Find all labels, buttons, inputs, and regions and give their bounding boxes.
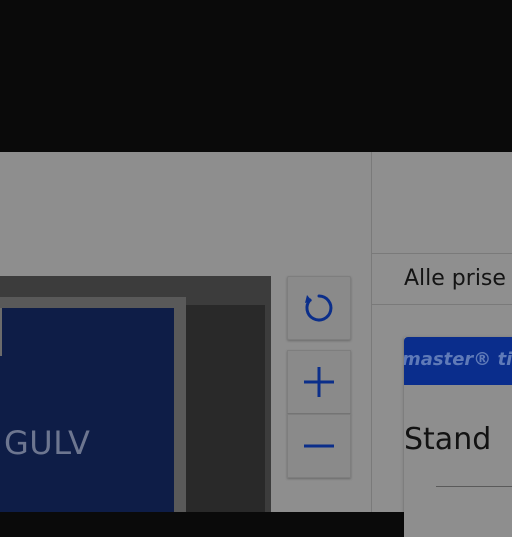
all-prices-filter[interactable]: Alle prise <box>404 266 506 291</box>
rotate-icon <box>305 294 333 322</box>
map-canvas[interactable]: GULV <box>0 276 271 512</box>
ticketmaster-banner: master® tic <box>404 337 512 385</box>
plus-icon <box>304 367 334 397</box>
floor-label: GULV <box>4 424 91 462</box>
floor-section[interactable]: GULV <box>0 308 174 512</box>
zoom-out-button[interactable] <box>287 414 351 478</box>
reset-view-button[interactable] <box>287 276 351 340</box>
banner-logo-text: master® tic <box>404 349 512 370</box>
ticket-type-label: Stand <box>404 422 492 457</box>
floor-section-edge <box>0 308 2 356</box>
top-bar <box>0 0 512 152</box>
map-section-block <box>186 305 265 512</box>
divider <box>372 304 512 305</box>
ticket-type-underline <box>436 486 512 487</box>
price-panel: Alle prise master® tic Stand <box>371 152 512 537</box>
minus-icon <box>304 444 334 448</box>
divider <box>372 253 512 254</box>
zoom-in-button[interactable] <box>287 350 351 414</box>
